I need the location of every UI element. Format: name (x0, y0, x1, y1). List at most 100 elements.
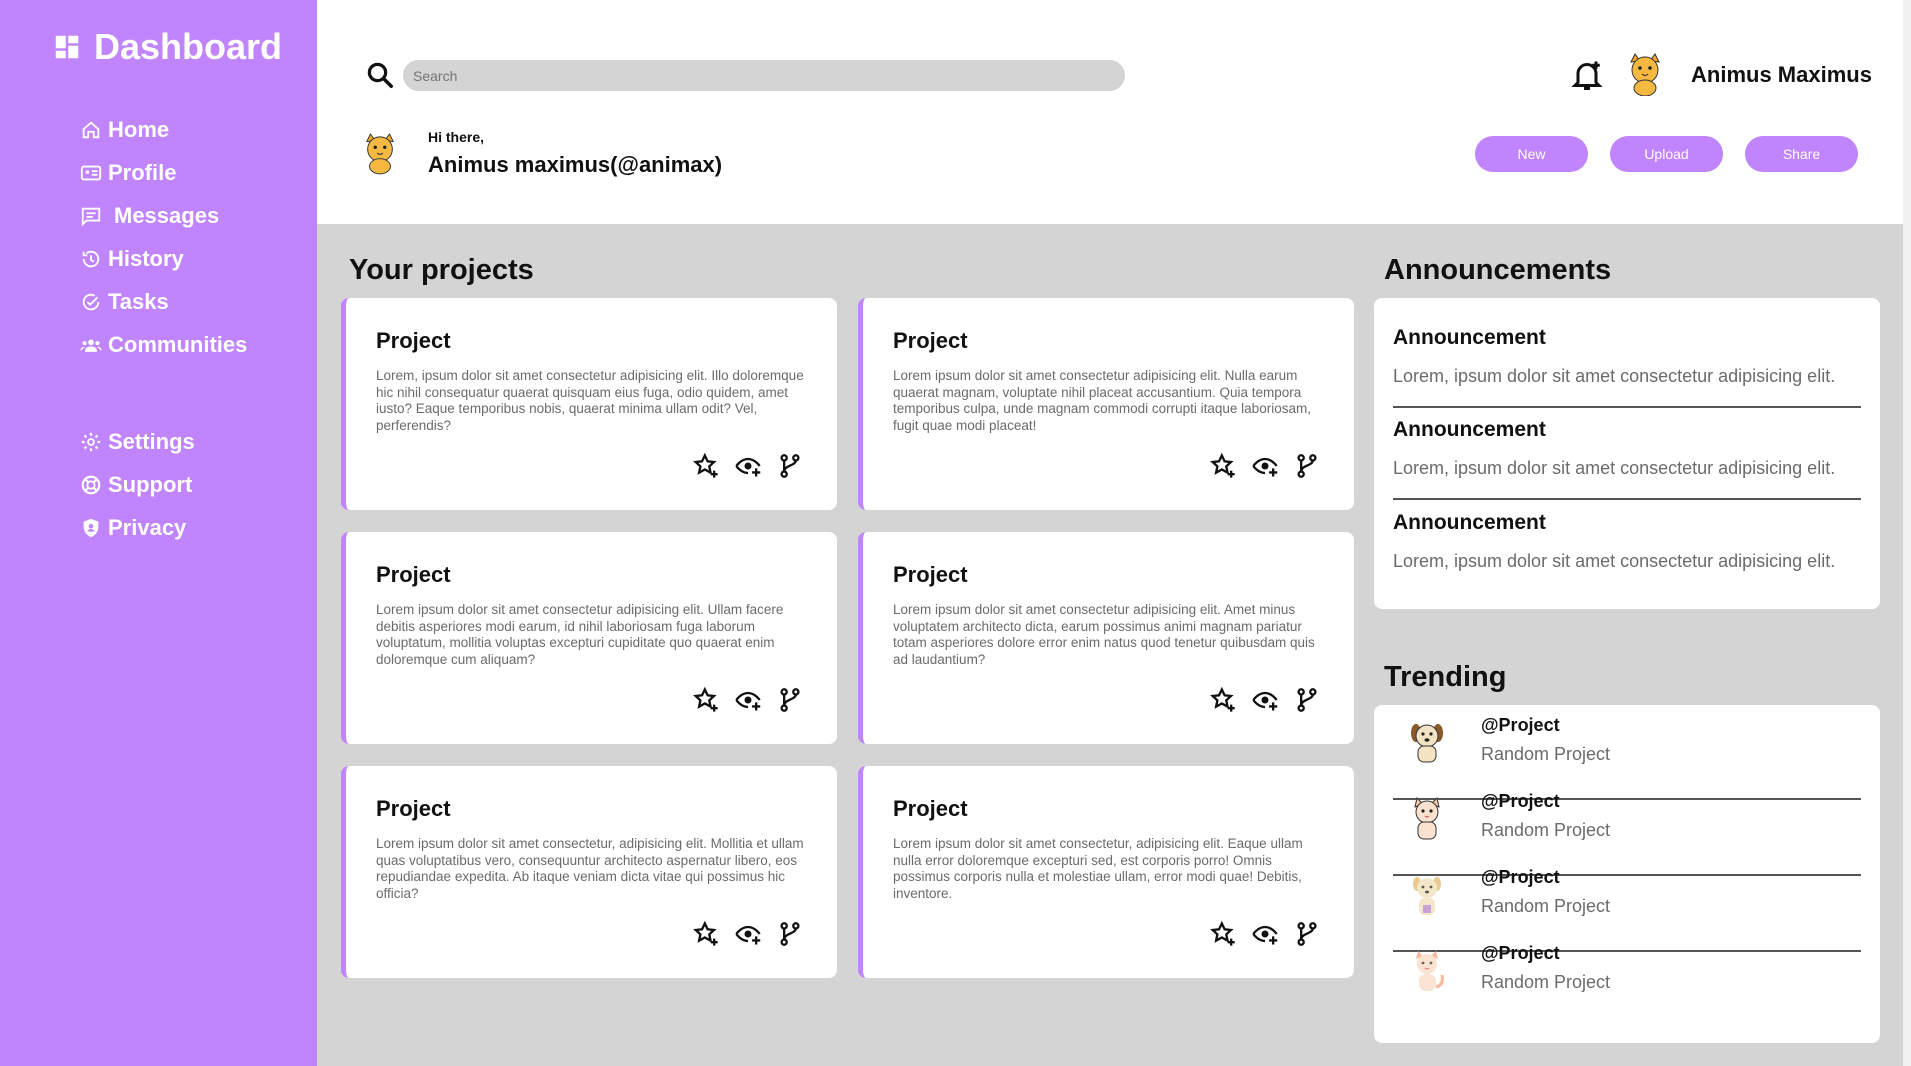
project-card[interactable]: Project Lorem ipsum dolor sit amet conse… (858, 766, 1354, 978)
header: Animus Maximus Hi there, Animus maximus(… (317, 0, 1903, 224)
trending-item[interactable]: @Project Random Project (1393, 857, 1861, 933)
project-title: Project (893, 796, 968, 821)
trending-item[interactable]: @Project Random Project (1393, 781, 1861, 857)
sidebar-item-settings[interactable]: Settings (80, 420, 195, 463)
fork-icon[interactable] (776, 452, 804, 480)
project-actions (692, 920, 804, 948)
announcements-panel: Announcement Lorem, ipsum dolor sit amet… (1374, 298, 1880, 609)
upload-button[interactable]: Upload (1610, 136, 1723, 172)
announcement-text: Lorem, ipsum dolor sit amet consectetur … (1393, 551, 1836, 571)
dog-avatar (1411, 724, 1443, 763)
project-card[interactable]: Project Lorem ipsum dolor sit amet conse… (341, 532, 837, 744)
fork-icon[interactable] (776, 686, 804, 714)
avatar[interactable] (1624, 52, 1666, 96)
announcements-title: Announcements (1384, 254, 1612, 286)
project-description: Lorem ipsum dolor sit amet consectetur a… (893, 602, 1315, 667)
trending-name: Random Project (1481, 820, 1611, 840)
project-description: Lorem ipsum dolor sit amet consectetur a… (893, 368, 1311, 433)
user-name: Animus Maximus (1691, 62, 1872, 87)
star-add-icon[interactable] (692, 686, 720, 714)
sidebar-item-label: Support (108, 471, 193, 497)
greeting-text: Hi there, (428, 129, 485, 145)
sidebar-nav: Home Profile Messages History Tasks Comm… (80, 108, 247, 366)
shield-icon (83, 518, 99, 537)
project-actions (1209, 452, 1321, 480)
announcement-text: Lorem, ipsum dolor sit amet consectetur … (1393, 366, 1836, 386)
search-icon[interactable] (365, 60, 395, 90)
gear-icon (81, 432, 101, 451)
greeting-avatar (365, 133, 395, 175)
eye-add-icon[interactable] (734, 452, 762, 480)
sidebar-item-privacy[interactable]: Privacy (80, 506, 195, 549)
sidebar-item-label: Home (108, 116, 170, 142)
tasks-icon (82, 293, 100, 310)
cat-avatar (1414, 797, 1440, 840)
sidebar-item-label: Messages (114, 202, 220, 228)
sidebar-item-support[interactable]: Support (80, 463, 195, 506)
star-add-icon[interactable] (1209, 686, 1237, 714)
dog-avatar (1413, 877, 1441, 915)
id-card-icon (80, 165, 102, 180)
scrollbar[interactable] (1903, 0, 1911, 1066)
eye-add-icon[interactable] (1251, 920, 1279, 948)
cat-avatar (1416, 951, 1444, 991)
eye-add-icon[interactable] (734, 920, 762, 948)
projects-title: Your projects (349, 254, 534, 286)
fork-icon[interactable] (1293, 452, 1321, 480)
sidebar: Dashboard Home Profile Messages History … (0, 0, 317, 1066)
star-add-icon[interactable] (1209, 452, 1237, 480)
brand-title: Dashboard (94, 26, 283, 67)
brand[interactable]: Dashboard (52, 26, 282, 68)
project-card[interactable]: Project Lorem ipsum dolor sit amet conse… (858, 298, 1354, 510)
project-title: Project (893, 562, 968, 587)
eye-add-icon[interactable] (1251, 686, 1279, 714)
sidebar-item-home[interactable]: Home (80, 108, 247, 151)
announcement-text: Lorem, ipsum dolor sit amet consectetur … (1393, 458, 1836, 478)
sidebar-item-tasks[interactable]: Tasks (80, 280, 247, 323)
sidebar-item-messages[interactable]: Messages (80, 194, 247, 237)
sidebar-item-label: Privacy (108, 514, 187, 540)
sidebar-item-communities[interactable]: Communities (80, 323, 247, 366)
trending-title: Trending (1384, 661, 1507, 693)
bell-add-icon[interactable] (1569, 57, 1605, 93)
new-button[interactable]: New (1475, 136, 1588, 172)
trending-name: Random Project (1481, 972, 1611, 992)
search-input[interactable] (403, 60, 1125, 91)
project-title: Project (376, 562, 451, 587)
eye-add-icon[interactable] (734, 686, 762, 714)
project-description: Lorem ipsum dolor sit amet consectetur a… (376, 602, 784, 667)
project-actions (1209, 920, 1321, 948)
user-handle: Animus maximus(@animax) (428, 152, 723, 177)
users-icon (80, 339, 102, 352)
eye-add-icon[interactable] (1251, 452, 1279, 480)
announcement-item[interactable]: Announcement Lorem, ipsum dolor sit amet… (1393, 326, 1861, 387)
project-description: Lorem ipsum dolor sit amet consectetur, … (376, 836, 804, 901)
trending-item[interactable]: @Project Random Project (1393, 933, 1861, 1009)
announcement-item[interactable]: Announcement Lorem, ipsum dolor sit amet… (1393, 418, 1861, 479)
star-add-icon[interactable] (692, 452, 720, 480)
announcement-item[interactable]: Announcement Lorem, ipsum dolor sit amet… (1393, 511, 1861, 572)
trending-name: Random Project (1481, 744, 1611, 764)
project-actions (692, 452, 804, 480)
fork-icon[interactable] (1293, 686, 1321, 714)
share-button[interactable]: Share (1745, 136, 1858, 172)
project-card[interactable]: Project Lorem, ipsum dolor sit amet cons… (341, 298, 837, 510)
message-icon (81, 207, 101, 226)
project-description: Lorem, ipsum dolor sit amet consectetur … (376, 368, 804, 433)
divider (1393, 498, 1861, 500)
home-icon (82, 120, 100, 138)
trending-handle: @Project (1481, 867, 1560, 887)
fork-icon[interactable] (1293, 920, 1321, 948)
sidebar-item-history[interactable]: History (80, 237, 247, 280)
trending-name: Random Project (1481, 896, 1611, 916)
star-add-icon[interactable] (692, 920, 720, 948)
project-card[interactable]: Project Lorem ipsum dolor sit amet conse… (858, 532, 1354, 744)
star-add-icon[interactable] (1209, 920, 1237, 948)
project-card[interactable]: Project Lorem ipsum dolor sit amet conse… (341, 766, 837, 978)
announcement-title: Announcement (1393, 326, 1546, 349)
trending-panel: @Project Random Project @Project Random … (1374, 705, 1880, 1043)
project-description: Lorem ipsum dolor sit amet consectetur, … (893, 836, 1303, 901)
trending-item[interactable]: @Project Random Project (1393, 705, 1861, 781)
fork-icon[interactable] (776, 920, 804, 948)
sidebar-item-profile[interactable]: Profile (80, 151, 247, 194)
